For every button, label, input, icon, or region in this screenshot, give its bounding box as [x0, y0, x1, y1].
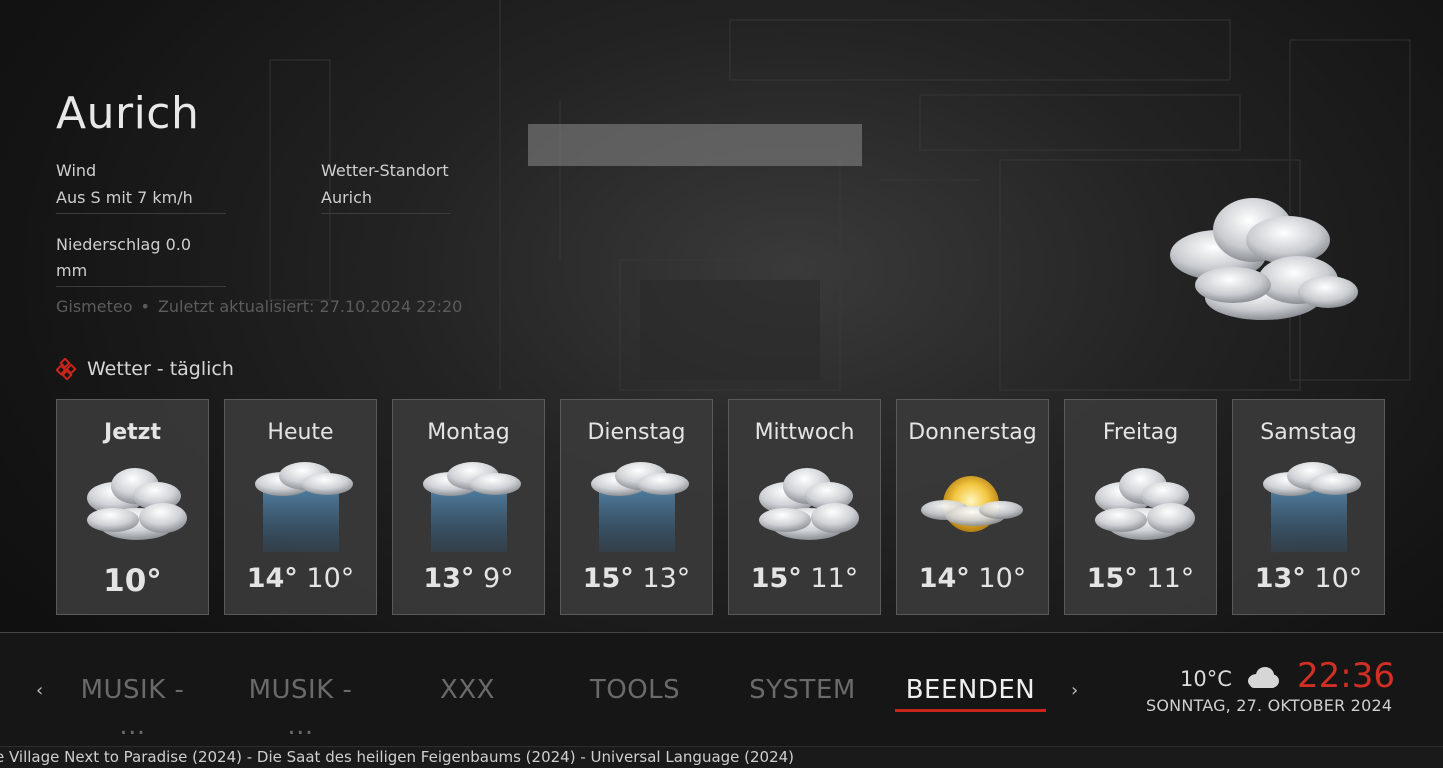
weather-location-value: Aurich	[321, 185, 451, 214]
current-temperature: 10°	[103, 563, 162, 599]
wind-info: Wind Aus S mit 7 km/h	[56, 157, 226, 214]
temperature-range: 13° 10°	[1233, 563, 1384, 594]
wind-value: Aus S mit 7 km/h	[56, 185, 226, 214]
forecast-card-day[interactable]: Montag 13° 9°	[392, 399, 545, 615]
day-name: Mittwoch	[754, 420, 855, 445]
rain-icon	[423, 462, 521, 552]
temperature-range: 13° 9°	[393, 563, 544, 594]
low-temp: 10°	[1314, 563, 1363, 594]
temperature-range: 14° 10°	[225, 563, 376, 594]
section-title: Wetter - täglich	[87, 358, 234, 380]
day-name: Jetzt	[104, 420, 161, 445]
precipitation-info: Niederschlag 0.0 mm	[56, 232, 226, 287]
temperature-range: 15° 11°	[729, 563, 880, 594]
section-header: Wetter - täglich	[56, 358, 234, 380]
high-temp: 14°	[246, 563, 298, 594]
high-temp: 13°	[1254, 563, 1306, 594]
clock-date: SONNTAG, 27. OKTOBER 2024	[1146, 696, 1393, 715]
forecast-card-day[interactable]: Samstag 13° 10°	[1232, 399, 1385, 615]
temperature-range: 15° 11°	[1065, 563, 1216, 594]
location-title: Aurich	[56, 88, 200, 139]
source-provider: Gismeteo	[56, 297, 133, 316]
menu-next-arrow[interactable]: ›	[1071, 680, 1078, 701]
high-temp: 15°	[582, 563, 634, 594]
high-temp: 13°	[423, 563, 475, 594]
cloudy-icon	[759, 468, 859, 540]
low-temp: 10°	[306, 563, 355, 594]
weather-location-label: Wetter-Standort	[321, 161, 449, 180]
clock-time: 22:36	[1297, 656, 1395, 696]
menu-item-musik-2[interactable]: MUSIK - ...	[238, 672, 363, 741]
day-name: Samstag	[1260, 420, 1357, 445]
cloudy-icon	[87, 468, 187, 540]
daily-forecast: Jetzt 10° Heute 14° 10° Montag 13° 9° Di…	[56, 399, 1385, 615]
news-ticker: e Village Next to Paradise (2024) - Die …	[0, 746, 1443, 768]
partly-sunny-icon	[921, 476, 1023, 532]
high-temp: 15°	[1086, 563, 1138, 594]
temperature-range: 14° 10°	[897, 563, 1048, 594]
weather-section-icon	[56, 358, 77, 380]
wind-label: Wind	[56, 161, 97, 180]
high-temp: 14°	[918, 563, 970, 594]
low-temp: 13°	[642, 563, 691, 594]
source-line: Gismeteo • Zuletzt aktualisiert: 27.10.202…	[56, 297, 462, 316]
day-name: Dienstag	[587, 420, 686, 445]
low-temp: 9°	[482, 563, 514, 594]
low-temp: 10°	[978, 563, 1027, 594]
menu-item-system[interactable]: SYSTEM	[745, 672, 860, 712]
rain-icon	[255, 462, 353, 552]
forecast-card-day[interactable]: Freitag 15° 11°	[1064, 399, 1217, 615]
menu-item-musik-1[interactable]: MUSIK - ...	[70, 672, 195, 741]
day-name: Donnerstag	[908, 420, 1037, 445]
temperature-range: 15° 13°	[561, 563, 712, 594]
menu-prev-arrow[interactable]: ‹	[36, 680, 43, 701]
high-temp: 15°	[750, 563, 802, 594]
cloud-icon	[1248, 667, 1279, 688]
forecast-card-day[interactable]: Dienstag 15° 13°	[560, 399, 713, 615]
menu-item-tools[interactable]: TOOLS	[585, 672, 685, 712]
menu-item-xxx[interactable]: XXX	[420, 672, 515, 712]
low-temp: 11°	[1146, 563, 1195, 594]
ticker-text: e Village Next to Paradise (2024) - Die …	[0, 748, 795, 766]
status-temperature: 10°C	[1180, 667, 1232, 691]
source-separator: •	[140, 297, 150, 316]
forecast-card-day[interactable]: Heute 14° 10°	[224, 399, 377, 615]
menu-item-beenden[interactable]: BEENDEN	[895, 672, 1046, 712]
cloudy-icon	[1095, 468, 1195, 540]
day-name: Heute	[267, 420, 334, 445]
forecast-card-day[interactable]: Mittwoch 15° 11°	[728, 399, 881, 615]
low-temp: 11°	[810, 563, 859, 594]
day-name: Montag	[427, 420, 510, 445]
forecast-card-day[interactable]: Donnerstag 14° 10°	[896, 399, 1049, 615]
day-name: Freitag	[1102, 420, 1179, 445]
cloudy-icon	[1170, 198, 1358, 320]
weather-location-info: Wetter-Standort Aurich	[321, 157, 451, 214]
last-updated: Zuletzt aktualisiert: 27.10.2024 22:20	[157, 297, 463, 316]
rain-icon	[591, 462, 689, 552]
forecast-card-now[interactable]: Jetzt 10°	[56, 399, 209, 615]
rain-icon	[1263, 462, 1361, 552]
